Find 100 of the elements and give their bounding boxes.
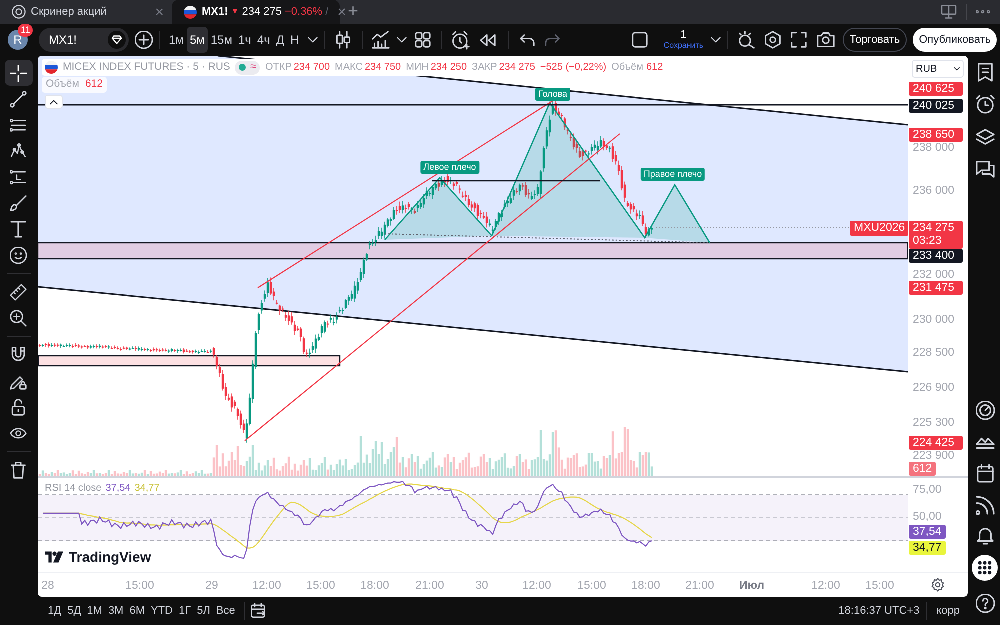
grid-icon[interactable] bbox=[415, 32, 432, 48]
interval-button[interactable]: 4ч bbox=[254, 27, 274, 53]
price-label: 238 000 bbox=[913, 142, 955, 155]
publish-button[interactable]: Опубликовать bbox=[913, 28, 997, 52]
time-label: 12:00 bbox=[812, 579, 840, 594]
zigzag-pattern-icon bbox=[10, 142, 27, 160]
calendar-icon[interactable] bbox=[976, 464, 994, 484]
fullscreen-icon[interactable] bbox=[790, 32, 807, 48]
rsi-ma-tag: 34,77 bbox=[909, 541, 946, 555]
padlock-icon bbox=[10, 398, 27, 416]
time-label: 21:00 bbox=[416, 579, 444, 594]
gear-icon[interactable] bbox=[931, 578, 945, 592]
caret-icon[interactable] bbox=[397, 37, 408, 43]
status-text: ≈ bbox=[250, 62, 256, 73]
interval-button[interactable]: 5м bbox=[186, 27, 208, 53]
rsi-scale-label: 50,00 bbox=[913, 511, 942, 524]
calendar-arrow-icon[interactable] bbox=[251, 603, 268, 619]
bookmark-list-icon[interactable] bbox=[976, 62, 994, 82]
price-label: 232 000 bbox=[913, 269, 955, 282]
time-label: 18:00 bbox=[360, 579, 390, 594]
notification-badge: 11 bbox=[18, 24, 34, 37]
clock-text: 18:16:37 UTC+3 bbox=[838, 604, 920, 619]
crosshair-icon bbox=[10, 64, 27, 82]
volume-label: Объём bbox=[46, 77, 80, 92]
price-label: 226 900 bbox=[913, 382, 955, 395]
indicators-icon[interactable] bbox=[372, 31, 390, 49]
ohlc-label: МАКС bbox=[335, 61, 363, 75]
apps-icon[interactable] bbox=[972, 554, 998, 581]
interval-button[interactable]: 1ч bbox=[235, 27, 254, 53]
collapse-button[interactable] bbox=[45, 95, 63, 109]
tool-button[interactable] bbox=[4, 60, 32, 86]
ohlc-label: ОТКР bbox=[265, 61, 292, 75]
rewind-icon[interactable] bbox=[480, 34, 496, 46]
pattern-label: Правое плечо bbox=[640, 168, 706, 181]
alert-price-tag: 224 425 bbox=[909, 436, 963, 450]
time-label: 15:00 bbox=[306, 579, 336, 594]
broadcast-icon[interactable] bbox=[976, 496, 994, 515]
trade-button[interactable]: Торговать bbox=[842, 28, 908, 52]
rsi-value: 37,54 bbox=[106, 482, 131, 496]
bell-icon[interactable] bbox=[976, 526, 994, 545]
caret-icon[interactable] bbox=[308, 37, 318, 43]
range-button[interactable]: 3М bbox=[105, 601, 127, 621]
monitor-icon[interactable] bbox=[941, 5, 957, 19]
range-button[interactable]: 1Г bbox=[176, 601, 194, 621]
candles-icon[interactable] bbox=[335, 31, 352, 49]
price-label: 223 900 bbox=[913, 450, 955, 463]
interval-button[interactable]: Н bbox=[288, 27, 302, 53]
redo-icon[interactable] bbox=[545, 34, 560, 46]
interval-button[interactable]: 1м bbox=[166, 27, 187, 53]
help-icon[interactable] bbox=[976, 594, 994, 612]
range-button[interactable]: 5Д bbox=[64, 601, 84, 621]
countdown-text: 03:23 bbox=[913, 235, 943, 248]
price-label: 236 000 bbox=[913, 185, 955, 198]
range-button[interactable]: 1М bbox=[84, 601, 106, 621]
adjust-toggle[interactable]: корр bbox=[932, 601, 964, 621]
save-link[interactable]: Сохранить bbox=[664, 42, 704, 50]
settings-icon[interactable] bbox=[764, 31, 782, 49]
price-label: 225 300 bbox=[913, 417, 955, 430]
logo-icon bbox=[45, 550, 64, 564]
square-icon[interactable] bbox=[632, 32, 648, 48]
new-tab-button[interactable]: + bbox=[348, 2, 359, 20]
alarm-clock-icon[interactable] bbox=[976, 95, 994, 114]
price-label: 230 000 bbox=[913, 314, 955, 327]
time-label: Июл bbox=[739, 579, 765, 594]
ohlc-value: 234 250 bbox=[430, 61, 468, 75]
caret-icon[interactable] bbox=[710, 37, 721, 43]
magnet-icon bbox=[10, 346, 27, 364]
time-label: 12:00 bbox=[252, 579, 282, 594]
alarm-add-icon[interactable] bbox=[452, 30, 470, 50]
target-icon[interactable] bbox=[976, 401, 994, 420]
chat-icon[interactable] bbox=[976, 160, 994, 180]
range-button[interactable]: Все bbox=[213, 601, 238, 621]
ohlc-label: ЗАКР bbox=[472, 61, 498, 75]
time-label: 21:00 bbox=[686, 579, 714, 594]
price-label: 228 500 bbox=[913, 347, 955, 360]
pattern-label: Голова bbox=[535, 88, 571, 101]
range-button[interactable]: 5Л bbox=[194, 601, 214, 621]
currency-dropdown[interactable]: RUB bbox=[912, 60, 964, 78]
layers-icon[interactable] bbox=[976, 128, 994, 147]
interval-button[interactable]: Д bbox=[273, 27, 288, 53]
search-icon[interactable] bbox=[738, 31, 756, 49]
more-icon[interactable] bbox=[976, 10, 990, 14]
time-label: 15:00 bbox=[866, 579, 894, 594]
time-label: 15:00 bbox=[126, 579, 154, 594]
change-value: −525 (−0,22%) bbox=[540, 61, 607, 75]
flag-icon bbox=[45, 61, 58, 74]
range-button[interactable]: 6М bbox=[126, 601, 148, 621]
target-icon bbox=[12, 5, 26, 19]
volume-label: Объём bbox=[612, 61, 644, 75]
undo-icon[interactable] bbox=[520, 34, 536, 46]
symbol-search-field[interactable]: MX1! bbox=[39, 28, 129, 52]
interval-button[interactable]: 15м bbox=[208, 27, 236, 53]
price-text: 234 275 bbox=[913, 221, 956, 235]
time-label: 12:00 bbox=[522, 579, 552, 594]
rsi-ma-value: 34,77 bbox=[134, 482, 160, 496]
ohlc-label: МИН bbox=[406, 61, 429, 75]
ohlc-value: 234 750 bbox=[364, 61, 402, 75]
camera-icon[interactable] bbox=[816, 32, 835, 48]
range-button[interactable]: YTD bbox=[148, 601, 176, 621]
range-button[interactable]: 1Д bbox=[45, 601, 65, 621]
